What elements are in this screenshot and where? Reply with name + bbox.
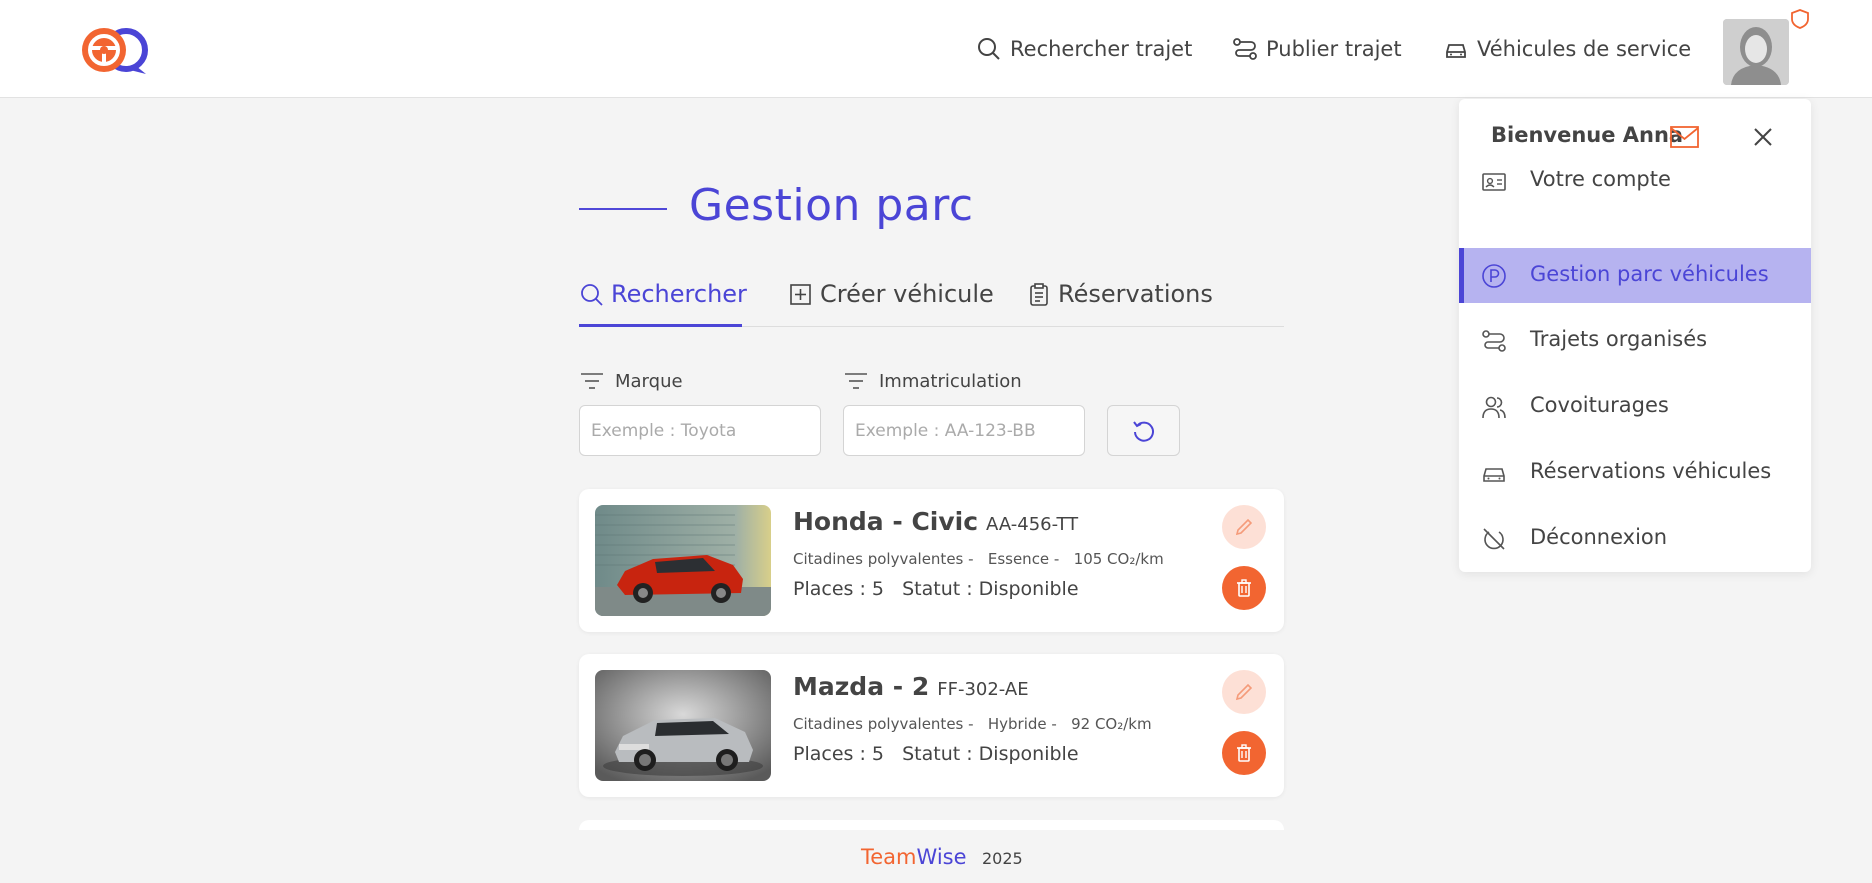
page-title: Gestion parc	[689, 180, 974, 231]
menu-item-label: Votre compte	[1530, 167, 1671, 191]
nav-publish-ride[interactable]: Publier trajet	[1232, 0, 1402, 98]
pencil-icon	[1235, 518, 1253, 536]
nav-search-ride-label: Rechercher trajet	[1010, 37, 1193, 61]
plate-filter-label: Immatriculation	[843, 370, 1022, 392]
users-icon	[1482, 396, 1506, 419]
vehicle-info: Places : 5 Statut : Disponible	[793, 743, 1079, 765]
route-icon	[1482, 330, 1506, 352]
brand-filter-label: Marque	[579, 370, 683, 392]
mail-icon[interactable]	[1669, 124, 1700, 150]
tab-search-label: Rechercher	[611, 280, 747, 308]
footer-brand: TeamWise	[861, 845, 967, 869]
nav-search-ride[interactable]: Rechercher trajet	[976, 0, 1192, 98]
search-icon	[978, 38, 1000, 60]
welcome-text: Bienvenue Anna	[1491, 123, 1684, 147]
app-logo[interactable]	[80, 26, 156, 76]
top-header: Rechercher trajet Publier trajet Véhicul…	[0, 0, 1872, 98]
menu-item-vehicle-reservations[interactable]: Réservations véhicules	[1459, 445, 1811, 500]
brand-search-input[interactable]	[579, 405, 821, 456]
vehicle-plate: AA-456-TT	[986, 514, 1079, 535]
plus-square-icon	[790, 284, 811, 305]
vehicle-meta: Citadines polyvalentes - Hybride - 92 CO…	[793, 715, 1152, 733]
active-tab-indicator	[579, 324, 742, 327]
vehicle-photo	[595, 505, 771, 616]
vehicle-info: Places : 5 Statut : Disponible	[793, 578, 1079, 600]
filter-icon	[581, 373, 603, 389]
menu-item-organized-rides[interactable]: Trajets organisés	[1459, 313, 1811, 368]
pencil-icon	[1235, 683, 1253, 701]
footer: TeamWise 2025	[0, 830, 1872, 883]
vehicle-name-text: Mazda - 2	[793, 672, 930, 701]
filter-icon	[845, 373, 867, 389]
vehicle-card: Mazda - 2 FF-302-AE Citadines polyvalente…	[579, 654, 1284, 797]
silver-hatchback-image	[595, 670, 771, 781]
menu-item-logout[interactable]: Déconnexion	[1459, 511, 1811, 566]
vehicle-name-text: Honda - Civic	[793, 507, 979, 536]
nav-publish-ride-label: Publier trajet	[1266, 37, 1402, 61]
tabs-bar: Rechercher Créer véhicule Réservations	[579, 270, 1284, 327]
trash-icon	[1237, 579, 1251, 597]
delete-vehicle-button[interactable]	[1222, 731, 1266, 775]
menu-item-account[interactable]: Votre compte	[1459, 153, 1811, 208]
plate-filter-label-text: Immatriculation	[879, 370, 1022, 392]
vehicle-photo	[595, 670, 771, 781]
tab-create-vehicle-label: Créer véhicule	[820, 280, 994, 308]
menu-item-carpooling[interactable]: Covoiturages	[1459, 379, 1811, 434]
car-icon	[1446, 44, 1466, 58]
menu-item-label: Covoiturages	[1530, 393, 1669, 417]
plate-search-input[interactable]	[843, 405, 1085, 456]
brand-filter-label-text: Marque	[615, 370, 683, 392]
brand-wise-text: Wise	[916, 845, 967, 869]
vehicle-card-partial	[579, 820, 1284, 830]
id-card-icon	[1482, 173, 1506, 191]
vehicle-name: Mazda - 2 FF-302-AE	[793, 672, 1029, 701]
shield-icon	[1791, 9, 1809, 29]
nav-service-vehicles-label: Véhicules de service	[1477, 37, 1692, 61]
reset-filters-button[interactable]	[1107, 405, 1180, 456]
brand-team-text: Team	[861, 845, 917, 869]
edit-vehicle-button[interactable]	[1222, 670, 1266, 714]
vehicle-card: Honda - Civic AA-456-TT Citadines polyval…	[579, 489, 1284, 632]
trash-icon	[1237, 744, 1251, 762]
clipboard-icon	[1030, 283, 1048, 306]
user-menu: Bienvenue Anna Votre compte Gestion parc…	[1459, 99, 1811, 572]
car-icon	[1483, 468, 1505, 482]
tab-reservations-label: Réservations	[1058, 280, 1213, 308]
vehicle-meta: Citadines polyvalentes - Essence - 105 C…	[793, 550, 1164, 568]
close-icon[interactable]	[1751, 125, 1775, 149]
tab-reservations[interactable]: Réservations	[1026, 280, 1213, 308]
user-avatar[interactable]	[1723, 19, 1789, 85]
menu-item-label: Déconnexion	[1530, 525, 1668, 549]
menu-item-label: Trajets organisés	[1530, 327, 1708, 351]
tab-search[interactable]: Rechercher	[579, 280, 747, 308]
parking-icon	[1482, 264, 1506, 288]
avatar-silhouette-icon	[1723, 19, 1789, 85]
red-hatchback-image	[595, 505, 771, 616]
route-icon	[1233, 38, 1257, 60]
menu-item-label: Réservations véhicules	[1530, 459, 1772, 483]
title-decoration-line	[579, 208, 667, 210]
delete-vehicle-button[interactable]	[1222, 566, 1266, 610]
search-icon	[581, 284, 603, 306]
menu-item-label: Gestion parc véhicules	[1530, 262, 1769, 286]
power-off-icon	[1483, 528, 1505, 550]
nav-service-vehicles[interactable]: Véhicules de service	[1443, 0, 1691, 98]
footer-year: 2025	[982, 849, 1023, 868]
tab-create-vehicle[interactable]: Créer véhicule	[788, 280, 994, 308]
vehicle-name: Honda - Civic AA-456-TT	[793, 507, 1078, 536]
edit-vehicle-button[interactable]	[1222, 505, 1266, 549]
vehicle-plate: FF-302-AE	[937, 679, 1029, 700]
menu-item-fleet-management[interactable]: Gestion parc véhicules	[1459, 248, 1811, 303]
refresh-icon	[1132, 420, 1154, 442]
